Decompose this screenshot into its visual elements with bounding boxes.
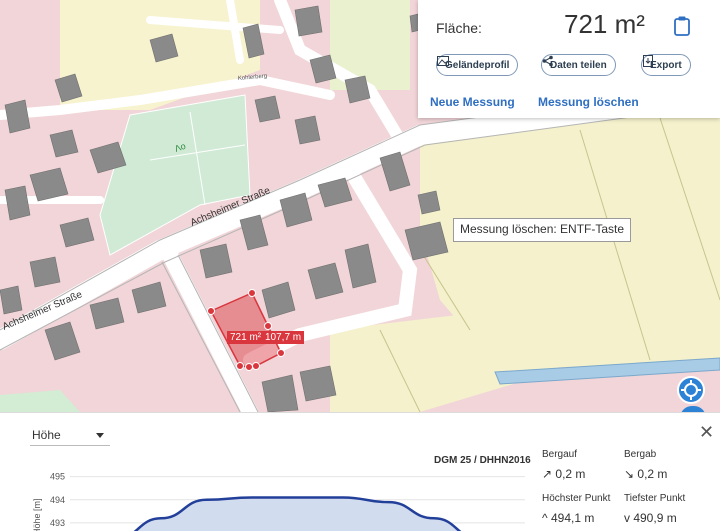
- field-area: [0, 390, 80, 412]
- y-axis-label: Höhe [m]: [32, 498, 42, 531]
- share-icon: [542, 55, 553, 67]
- y-tick-label: 495: [50, 472, 65, 482]
- download-icon: [643, 55, 653, 67]
- highest-point-label: Höchster Punkt: [542, 493, 611, 504]
- highest-point-value: ^ 494,1 m: [542, 511, 595, 525]
- area-value: 721 m²: [564, 9, 645, 39]
- lowest-point-label: Tiefster Punkt: [624, 493, 686, 504]
- lowest-point-value: v 490,9 m: [624, 511, 677, 525]
- locate-button[interactable]: [677, 376, 705, 404]
- y-axis-ticks: 495494493492: [50, 472, 65, 528]
- downhill-value: ↘ 0,2 m: [624, 467, 668, 481]
- profile-type-value: Höhe: [32, 428, 61, 442]
- map-view[interactable]: Achsheimer Straße Achsheimer Straße Kohl…: [0, 0, 720, 412]
- terrain-profile-button[interactable]: Geländeprofil: [436, 54, 519, 76]
- elevation-chart: Höhe [m] 495494493492: [32, 472, 525, 531]
- y-tick-label: 494: [50, 495, 65, 505]
- delete-measurement-link[interactable]: Messung löschen: [538, 95, 639, 109]
- image-icon: [437, 56, 449, 66]
- terrain-profile-label: Geländeprofil: [445, 59, 510, 71]
- length-measure-label: 107,7 m: [262, 331, 305, 344]
- delete-hint-tooltip: Messung löschen: ENTF-Taste: [453, 218, 632, 242]
- profile-type-select[interactable]: Höhe: [30, 425, 110, 446]
- y-tick-label: 493: [50, 518, 65, 528]
- copy-button[interactable]: [672, 15, 692, 37]
- elevation-area: [135, 497, 460, 531]
- downhill-label: Bergab: [624, 449, 657, 460]
- clipboard-icon: [674, 16, 690, 36]
- crosshair-icon: [681, 380, 701, 400]
- export-label: Export: [650, 59, 682, 71]
- elevation-profile-panel: Höhe ✕ DGM 25 / DHHN2016 Bergauf ↗ 0,2 m…: [0, 412, 720, 531]
- share-data-label: Daten teilen: [550, 59, 607, 71]
- close-icon[interactable]: ✕: [699, 423, 714, 441]
- area-measure-label: 721 m²: [227, 331, 265, 344]
- new-measurement-link[interactable]: Neue Messung: [430, 95, 515, 109]
- chevron-down-icon: [96, 433, 104, 438]
- export-button[interactable]: Export: [641, 54, 691, 76]
- uphill-label: Bergauf: [542, 449, 578, 460]
- measurement-panel: Fläche: 721 m² Geländeprofil Daten teile…: [418, 0, 720, 118]
- uphill-value: ↗ 0,2 m: [542, 467, 586, 481]
- area-label: Fläche:: [436, 20, 482, 36]
- share-data-button[interactable]: Daten teilen: [541, 54, 616, 76]
